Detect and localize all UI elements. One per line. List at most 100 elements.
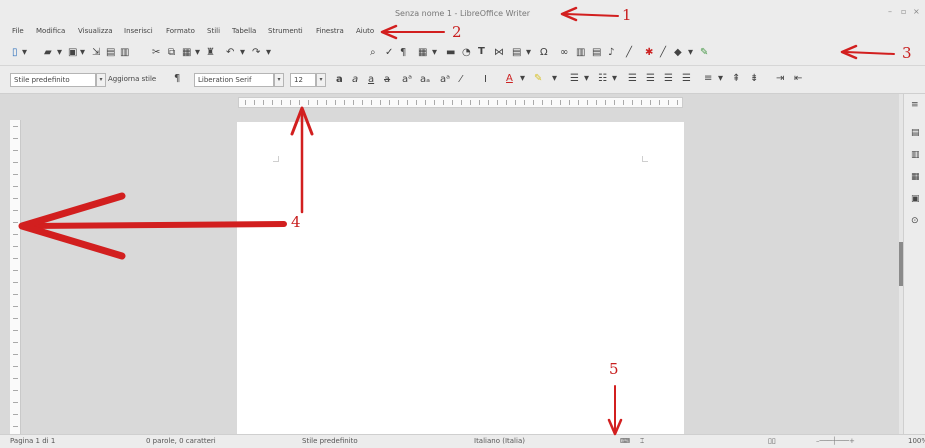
font-color-dropdown-icon[interactable]: ▾ xyxy=(520,73,525,85)
gallery-icon[interactable]: ▣ xyxy=(911,194,920,204)
insert-image-icon[interactable]: ▬ xyxy=(446,47,455,59)
save-dropdown-icon[interactable]: ▾ xyxy=(80,47,85,59)
paragraph-style-combo[interactable]: Stile predefinito xyxy=(10,73,96,87)
paragraph-style-dropdown-icon[interactable]: ▾ xyxy=(96,73,106,87)
new-dropdown-icon[interactable]: ▾ xyxy=(22,47,27,59)
draw-line-icon[interactable]: ╱ xyxy=(660,47,666,59)
redo-icon[interactable]: ↷ xyxy=(252,47,260,59)
export-pdf-icon[interactable]: ⇲ xyxy=(92,47,100,59)
special-character-icon[interactable]: Ω xyxy=(540,47,548,59)
field-dropdown-icon[interactable]: ▾ xyxy=(526,47,531,59)
track-changes-icon[interactable]: ♪ xyxy=(608,47,614,59)
page-count[interactable]: Pagina 1 di 1 xyxy=(10,437,55,445)
page-break-icon[interactable]: ⋈ xyxy=(494,47,504,59)
styles-icon[interactable]: ▦ xyxy=(911,172,920,182)
underline-icon[interactable]: a xyxy=(368,74,374,86)
properties-icon[interactable]: ▤ xyxy=(911,128,920,138)
menu-modifica[interactable]: Modifica xyxy=(36,27,65,35)
justify-icon[interactable]: ☰ xyxy=(682,73,691,85)
font-color-icon[interactable]: A xyxy=(506,73,513,85)
minimize-button[interactable]: – xyxy=(888,7,892,16)
align-right-icon[interactable]: ☰ xyxy=(664,73,673,85)
menu-stili[interactable]: Stili xyxy=(207,27,220,35)
insert-table-icon[interactable]: ▦ xyxy=(418,47,427,59)
print-icon[interactable]: ▤ xyxy=(106,47,115,59)
formatting-marks-icon[interactable]: ¶ xyxy=(400,47,406,59)
find-replace-icon[interactable]: ⌕ xyxy=(370,47,376,59)
insert-field-icon[interactable]: ▤ xyxy=(512,47,521,59)
cut-icon[interactable]: ✂ xyxy=(152,47,160,59)
line-spacing-icon[interactable]: ≡ xyxy=(704,73,712,85)
decrease-spacing-icon[interactable]: ⇟ xyxy=(750,73,758,85)
bullet-list-icon[interactable]: ☰ xyxy=(570,73,579,85)
table-dropdown-icon[interactable]: ▾ xyxy=(432,47,437,59)
shapes-icon[interactable]: ◆ xyxy=(674,47,682,59)
increase-spacing-icon[interactable]: ⇞ xyxy=(732,73,740,85)
menu-finestra[interactable]: Finestra xyxy=(316,27,344,35)
navigator-icon[interactable]: ⊙ xyxy=(911,216,919,226)
zoom-slider[interactable]: –───┼───+ xyxy=(816,437,855,445)
line-icon[interactable]: ╱ xyxy=(626,47,632,59)
paste-icon[interactable]: ▦ xyxy=(182,47,191,59)
horizontal-ruler[interactable] xyxy=(238,97,683,108)
document-page[interactable] xyxy=(237,122,684,434)
open-folder-icon[interactable]: ▰ xyxy=(44,47,52,59)
numbered-dropdown-icon[interactable]: ▾ xyxy=(612,73,617,85)
page-style-status[interactable]: Stile predefinito xyxy=(302,437,358,445)
line-spacing-dropdown-icon[interactable]: ▾ xyxy=(718,73,723,85)
insert-textbox-icon[interactable]: T xyxy=(478,46,485,58)
close-button[interactable]: × xyxy=(913,7,920,16)
view-layout-icon[interactable]: ▯▯ xyxy=(768,437,776,445)
strikethrough-icon[interactable]: a xyxy=(384,74,390,86)
word-count[interactable]: 0 parole, 0 caratteri xyxy=(146,437,216,445)
highlight-icon[interactable]: ✎ xyxy=(534,73,542,85)
menu-file[interactable]: File xyxy=(12,27,24,35)
menu-strumenti[interactable]: Strumenti xyxy=(268,27,303,35)
menu-inserisci[interactable]: Inserisci xyxy=(124,27,153,35)
insert-chart-icon[interactable]: ◔ xyxy=(462,47,471,59)
superscript-icon[interactable]: aᵃ xyxy=(402,74,412,86)
italic-icon[interactable]: a xyxy=(352,74,358,86)
subscript-icon[interactable]: aₐ xyxy=(420,74,430,86)
bold-icon[interactable]: a xyxy=(336,74,343,86)
comment-icon[interactable]: ▤ xyxy=(592,47,601,59)
menu-aiuto[interactable]: Aiuto xyxy=(356,27,374,35)
highlight-dropdown-icon[interactable]: ▾ xyxy=(552,73,557,85)
decrease-indent-icon[interactable]: ⇤ xyxy=(794,73,802,85)
basic-shapes-icon[interactable]: ✱ xyxy=(645,47,653,59)
undo-dropdown-icon[interactable]: ▾ xyxy=(240,47,245,59)
bullet-dropdown-icon[interactable]: ▾ xyxy=(584,73,589,85)
maximize-button[interactable]: ▫ xyxy=(901,7,906,16)
footnote-icon[interactable]: ▥ xyxy=(576,47,585,59)
page-properties-icon[interactable]: ▥ xyxy=(911,150,920,160)
shadow-icon[interactable]: aᵃ xyxy=(440,74,450,86)
menu-tabella[interactable]: Tabella xyxy=(232,27,256,35)
clear-direct-formatting-icon[interactable]: Ⅰ xyxy=(484,74,487,86)
font-name-dropdown-icon[interactable]: ▾ xyxy=(274,73,284,87)
print-preview-icon[interactable]: ▥ xyxy=(120,47,129,59)
spelling-icon[interactable]: ✓ xyxy=(385,47,393,59)
menu-formato[interactable]: Formato xyxy=(166,27,195,35)
clone-formatting-icon[interactable]: ♜ xyxy=(206,47,215,59)
font-size-combo[interactable]: 12 xyxy=(290,73,316,87)
selection-mode-icon[interactable]: ⌶ xyxy=(640,437,644,446)
align-center-icon[interactable]: ☰ xyxy=(646,73,655,85)
save-icon[interactable]: ▣ xyxy=(68,47,77,59)
font-name-combo[interactable]: Liberation Serif xyxy=(194,73,274,87)
draw-functions-icon[interactable]: ✎ xyxy=(700,47,708,59)
open-dropdown-icon[interactable]: ▾ xyxy=(57,47,62,59)
redo-dropdown-icon[interactable]: ▾ xyxy=(266,47,271,59)
shapes-dropdown-icon[interactable]: ▾ xyxy=(688,47,693,59)
increase-indent-icon[interactable]: ⇥ xyxy=(776,73,784,85)
numbered-list-icon[interactable]: ☷ xyxy=(598,73,607,85)
menu-visualizza[interactable]: Visualizza xyxy=(78,27,112,35)
update-style-button[interactable]: Aggiorna stile xyxy=(108,75,156,83)
clear-formatting-icon[interactable]: ⁄ xyxy=(460,74,462,86)
hyperlink-icon[interactable]: ∞ xyxy=(560,47,568,59)
language-status[interactable]: Italiano (Italia) xyxy=(474,437,525,445)
font-size-dropdown-icon[interactable]: ▾ xyxy=(316,73,326,87)
paste-dropdown-icon[interactable]: ▾ xyxy=(195,47,200,59)
vertical-ruler[interactable] xyxy=(10,120,21,434)
new-style-icon[interactable]: ¶ xyxy=(174,73,180,85)
copy-icon[interactable]: ⧉ xyxy=(168,47,175,59)
